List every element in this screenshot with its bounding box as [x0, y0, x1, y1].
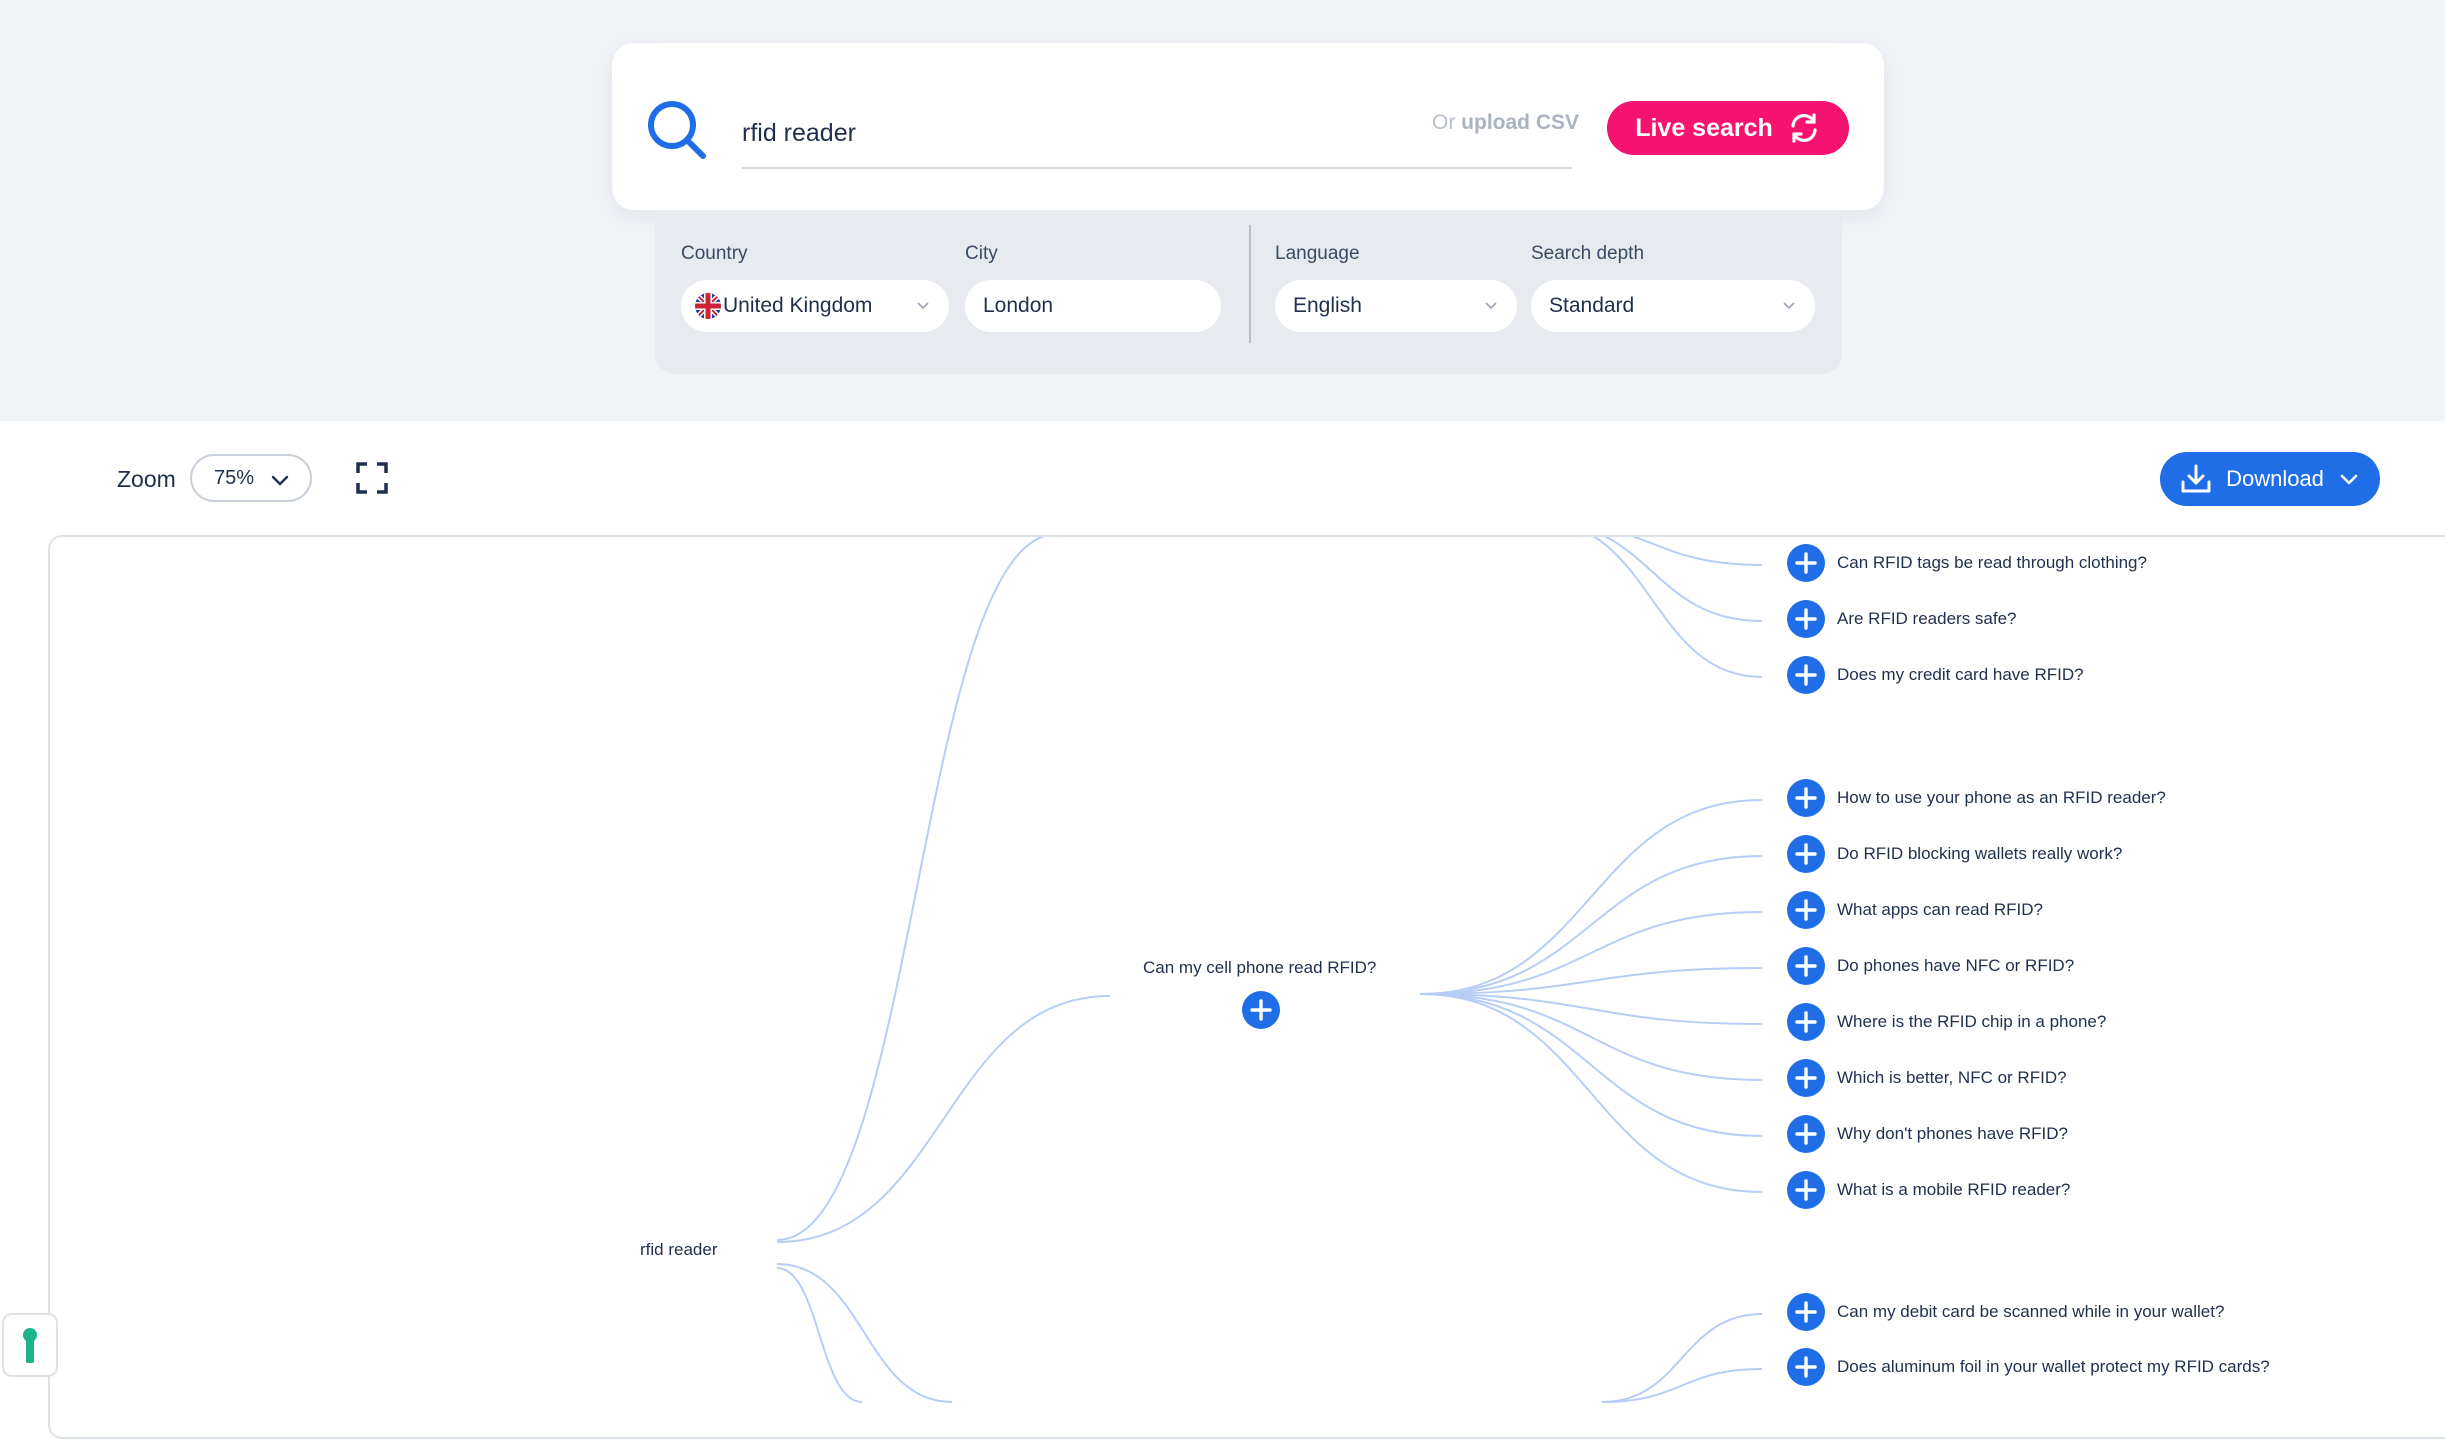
expand-node-plus-icon[interactable]	[1786, 1002, 1826, 1042]
connector-line	[1419, 855, 1763, 995]
expand-node-plus-icon[interactable]	[1786, 1347, 1826, 1387]
city-value: London	[983, 294, 1054, 317]
connector-line	[776, 537, 1045, 1241]
chevron-down-icon	[917, 302, 929, 310]
live-search-label: Live search	[1635, 113, 1773, 142]
upload-prefix: Or	[1432, 111, 1456, 134]
upload-csv-area: Or upload CSV	[1432, 111, 1579, 135]
live-search-button[interactable]: Live search	[1607, 101, 1849, 155]
search-depth-label: Search depth	[1531, 243, 1645, 264]
zoom-value: 75%	[214, 466, 255, 489]
question-node-label[interactable]: Why don't phones have RFID?	[1837, 1124, 2068, 1144]
keyhole-icon	[23, 1328, 37, 1363]
question-node-label[interactable]: Can RFID tags be read through clothing?	[1837, 553, 2147, 573]
upload-csv-link[interactable]: upload CSV	[1461, 111, 1579, 134]
connector-line	[1601, 1368, 1763, 1403]
connector-line	[1419, 993, 1763, 1137]
connector-line	[776, 1267, 863, 1403]
uk-flag-icon	[695, 293, 721, 319]
chevron-down-icon	[1485, 302, 1497, 310]
city-label: City	[965, 243, 998, 264]
question-node-label[interactable]: Which is better, NFC or RFID?	[1837, 1068, 2067, 1088]
search-depth-value: Standard	[1549, 294, 1635, 317]
language-select[interactable]: English	[1275, 280, 1517, 332]
expand-node-plus-icon[interactable]	[1786, 834, 1826, 874]
refresh-icon	[1791, 113, 1817, 143]
expand-node-plus-icon[interactable]	[1786, 599, 1826, 639]
search-icon	[648, 101, 706, 159]
language-label: Language	[1275, 243, 1360, 264]
download-icon	[2181, 464, 2211, 493]
question-node-label[interactable]: Where is the RFID chip in a phone?	[1837, 1012, 2106, 1032]
expand-node-plus-icon[interactable]	[1786, 1170, 1826, 1210]
search-card: Or upload CSV Live search	[612, 43, 1884, 210]
question-node-label[interactable]: Are RFID readers safe?	[1837, 609, 2017, 629]
options-divider	[1249, 225, 1251, 343]
question-node-label[interactable]: Does aluminum foil in your wallet protec…	[1837, 1357, 2270, 1377]
expand-node-plus-icon[interactable]	[1786, 655, 1826, 695]
chevron-down-icon	[1783, 302, 1795, 310]
connector-line	[1603, 537, 1763, 622]
question-node-label[interactable]: How to use your phone as an RFID reader?	[1837, 788, 2166, 808]
connector-line	[1631, 537, 1763, 566]
question-node-label[interactable]: Do RFID blocking wallets really work?	[1837, 844, 2122, 864]
country-value: United Kingdom	[723, 294, 873, 317]
zoom-label: Zoom	[117, 466, 176, 492]
expand-node-plus-icon[interactable]	[1786, 946, 1826, 986]
expand-node-plus-icon[interactable]	[1786, 1114, 1826, 1154]
expand-node-plus-icon[interactable]	[1786, 778, 1826, 818]
country-label: Country	[681, 243, 748, 264]
help-widget[interactable]	[2, 1313, 58, 1377]
connector-line	[776, 1263, 953, 1403]
fullscreen-icon[interactable]	[356, 462, 388, 494]
question-node-label[interactable]: Can my debit card be scanned while in yo…	[1837, 1302, 2224, 1322]
connector-line	[1592, 537, 1763, 678]
language-value: English	[1293, 294, 1362, 317]
download-label: Download	[2226, 466, 2324, 491]
city-input[interactable]: London	[965, 280, 1221, 332]
connector-line	[1419, 993, 1763, 1081]
expand-branch-plus-icon[interactable]	[1241, 990, 1281, 1030]
question-node-label[interactable]: What apps can read RFID?	[1837, 900, 2043, 920]
search-depth-select[interactable]: Standard	[1531, 280, 1815, 332]
question-node-label[interactable]: What is a mobile RFID reader?	[1837, 1180, 2070, 1200]
download-button[interactable]: Download	[2160, 452, 2380, 506]
country-select[interactable]: United Kingdom	[681, 280, 949, 332]
root-node-label: rfid reader	[640, 1240, 718, 1259]
zoom-select[interactable]: 75%	[190, 454, 312, 502]
expand-node-plus-icon[interactable]	[1786, 543, 1826, 583]
search-options-panel: Country United Kingdom City London Langu…	[655, 210, 1842, 374]
expand-node-plus-icon[interactable]	[1786, 890, 1826, 930]
question-node-label[interactable]: Do phones have NFC or RFID?	[1837, 956, 2074, 976]
expand-node-plus-icon[interactable]	[1786, 1058, 1826, 1098]
connector-line	[1601, 1313, 1763, 1403]
connector-line	[1419, 799, 1763, 995]
chevron-down-icon	[271, 475, 289, 486]
expand-node-plus-icon[interactable]	[1786, 1292, 1826, 1332]
question-node-label[interactable]: Does my credit card have RFID?	[1837, 665, 2084, 685]
branch-node-label: Can my cell phone read RFID?	[1143, 958, 1377, 977]
chevron-down-icon	[2340, 474, 2358, 485]
